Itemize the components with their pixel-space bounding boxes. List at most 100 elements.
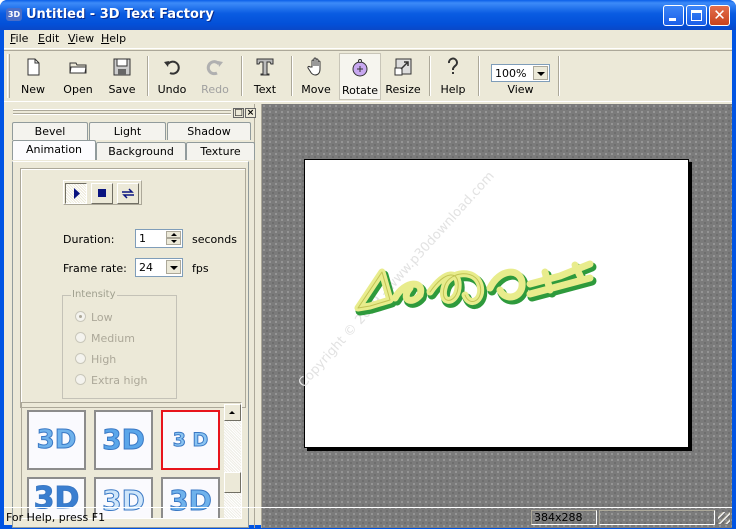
spin-down-icon[interactable] [166,238,181,245]
duration-label: Duration: [63,233,115,246]
properties-panel: □ × Bevel Light Shadow Animation Backgro… [8,104,256,528]
toolbar-separator [147,56,149,96]
menu-view[interactable]: View [68,32,94,45]
3d-text-object[interactable] [350,250,650,350]
undo-button[interactable]: Undo [154,53,190,100]
duration-spin-buttons[interactable] [166,231,181,246]
undo-label: Undo [157,83,187,96]
style-thumb-selected[interactable]: 3 D [161,410,220,470]
intensity-low-radio[interactable]: Low [75,311,113,324]
save-label: Save [108,83,136,96]
style-thumb-text: 3D [36,425,77,456]
chevron-down-icon[interactable] [166,260,181,274]
move-button[interactable]: Move [298,53,334,100]
menu-edit-rest: dit [44,32,60,45]
view-label-container: View [491,53,550,100]
client-area: File Edit View Help New Open Save Undo R… [4,30,732,528]
style-thumb[interactable]: 3D [94,410,153,470]
style-gallery: 3D 3D 3 D 3D 3D 3D [21,402,242,519]
new-document-icon [27,58,40,76]
toolbar-separator [478,56,480,96]
resize-grip-icon[interactable] [718,512,730,524]
loop-button[interactable] [117,183,139,204]
view-label: View [507,83,534,96]
help-button[interactable]: Help [437,53,469,100]
save-button[interactable]: Save [104,53,140,100]
menu-file[interactable]: File [10,32,28,45]
menu-file-rest: ile [15,32,29,45]
intensity-title: Intensity [71,289,117,300]
canvas-area[interactable]: Copyright © 2009 - www.p30download.com [261,104,732,528]
intensity-medium-label: Medium [91,332,135,345]
scroll-thumb[interactable] [224,472,241,493]
gallery-scrollbar[interactable] [224,404,241,518]
menu-edit[interactable]: Edit [38,32,59,45]
toolbar-separator [241,56,243,96]
save-disk-icon [113,58,131,76]
intensity-medium-radio[interactable]: Medium [75,332,135,345]
playback-controls [63,180,142,205]
tab-texture[interactable]: Texture [186,142,255,160]
radio-checked-icon [75,311,86,322]
play-icon [74,188,80,199]
status-pane-extra [599,510,715,525]
loop-icon [122,188,134,199]
minimize-button[interactable] [663,5,684,26]
menu-help-rest: elp [109,32,127,45]
style-thumb[interactable]: 3D [27,410,86,470]
frame-rate-value: 24 [139,261,153,274]
close-button[interactable]: ✕ [709,5,730,26]
stop-button[interactable] [91,183,113,204]
menu-help[interactable]: Help [101,32,126,45]
resize-button[interactable]: Resize [384,53,422,100]
redo-button[interactable]: Redo [198,53,232,100]
duration-spinner[interactable]: 1 [135,229,183,248]
animation-settings-box: Duration: 1 seconds Frame rate: 24 fps I… [20,168,246,408]
radio-icon [75,353,86,364]
panel-grip[interactable] [13,109,231,115]
duration-unit: seconds [192,233,237,246]
help-label: Help [440,83,466,96]
tab-bevel[interactable]: Bevel [12,122,88,140]
tab-animation[interactable]: Animation [12,140,96,160]
document-canvas[interactable]: Copyright © 2009 - www.p30download.com [296,159,689,448]
tab-light[interactable]: Light [89,122,166,140]
intensity-high-label: High [91,353,117,366]
redo-label: Redo [201,83,229,96]
style-thumb-text: 3D [102,423,146,457]
toolbar-separator [291,56,293,96]
tab-background[interactable]: Background [96,142,186,160]
move-label: Move [301,83,331,96]
spin-up-icon[interactable] [166,231,181,238]
rotate-label: Rotate [341,84,378,97]
intensity-group: Intensity Low Medium High Extra high [62,289,177,399]
rotate-button[interactable]: Rotate [339,53,381,100]
app-icon: 3D [6,8,22,21]
stop-icon [98,189,106,197]
help-question-icon [448,57,458,74]
frame-rate-label: Frame rate: [63,262,127,275]
open-button[interactable]: Open [58,53,98,100]
panel-float-button[interactable]: □ [233,108,244,118]
intensity-extra-high-radio[interactable]: Extra high [75,374,148,387]
resize-icon [394,58,412,76]
play-button[interactable] [65,183,87,204]
scroll-up-icon[interactable] [224,404,241,421]
intensity-extra-high-label: Extra high [91,374,148,387]
menu-view-rest: iew [75,32,95,45]
minimize-icon [669,18,676,21]
toolbar-grip[interactable] [7,54,10,98]
intensity-high-radio[interactable]: High [75,353,116,366]
panel-close-button[interactable]: × [245,108,256,118]
new-button[interactable]: New [14,53,52,100]
title-bar[interactable]: 3D Untitled - 3D Text Factory ✕ [0,0,736,30]
style-thumb-text: 3 D [172,429,209,452]
frame-rate-dropdown[interactable]: 24 [135,258,183,277]
status-dimensions: 384x288 [531,510,597,525]
status-bar: For Help, press F1 384x288 [4,507,732,525]
tab-shadow[interactable]: Shadow [167,122,251,140]
intensity-low-label: Low [91,311,113,324]
maximize-button[interactable] [686,5,707,26]
open-folder-icon [69,62,87,74]
text-button[interactable]: Text [248,53,282,100]
